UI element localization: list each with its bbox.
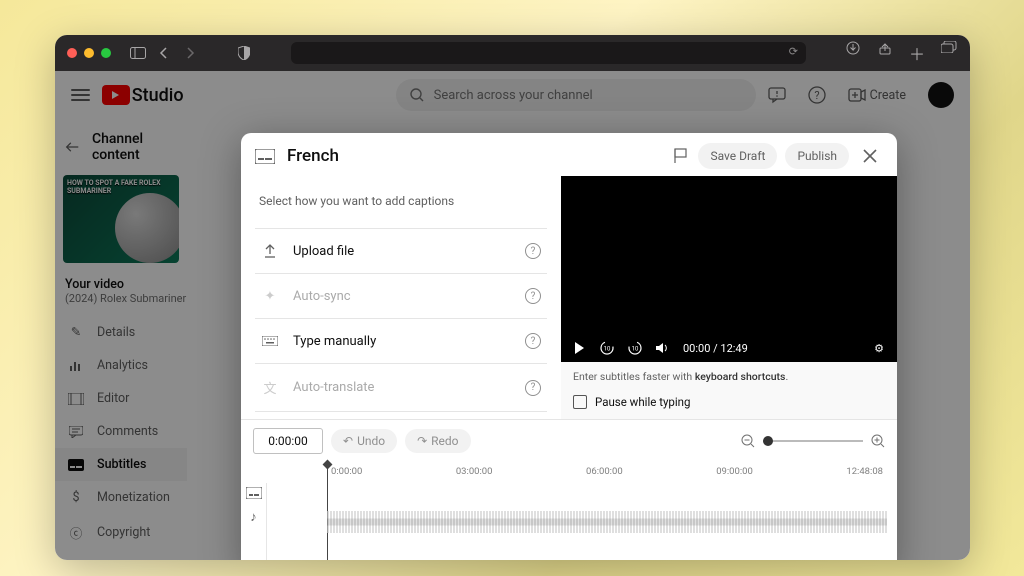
traffic-lights[interactable] — [67, 48, 111, 58]
pause-label: Pause while typing — [595, 395, 690, 409]
player-time: 00:00 / 12:49 — [683, 342, 748, 355]
chevron-right-icon[interactable] — [181, 47, 199, 59]
shortcut-hint: Enter subtitles faster with keyboard sho… — [561, 362, 897, 391]
pause-while-typing[interactable]: Pause while typing — [561, 391, 897, 419]
forward-10-icon[interactable]: 10 — [627, 340, 643, 356]
option-label: Upload file — [293, 244, 354, 259]
reload-icon[interactable]: ⟳ — [789, 45, 798, 58]
ruler-mark: 09:00:00 — [716, 466, 753, 477]
sidebar-icon[interactable] — [129, 47, 147, 59]
zoom-in-icon[interactable] — [871, 434, 885, 448]
time-ruler: 0:00:00 03:00:00 06:00:00 09:00:00 12:48… — [241, 462, 897, 483]
checkbox-icon[interactable] — [573, 395, 587, 409]
undo-button[interactable]: ↶Undo — [331, 429, 397, 453]
subtitles-modal: French Save Draft Publish Select how you… — [241, 133, 897, 560]
keyboard-icon — [261, 336, 279, 346]
redo-label: Redo — [431, 434, 458, 448]
gear-icon[interactable]: ⚙ — [871, 342, 887, 355]
player-controls: 10 10 00:00 / 12:49 ⚙ — [561, 334, 897, 362]
help-icon[interactable]: ? — [525, 288, 541, 304]
tabs-icon[interactable] — [940, 41, 958, 65]
ruler-mark: 06:00:00 — [586, 466, 623, 477]
address-bar[interactable]: ⟳ — [291, 42, 806, 64]
caption-options-panel: Select how you want to add captions Uplo… — [241, 176, 561, 419]
flag-icon[interactable] — [672, 147, 690, 165]
ruler-mark: 12:48:08 — [846, 466, 883, 477]
option-label: Auto-sync — [293, 289, 351, 304]
shortcut-link[interactable]: keyboard shortcuts — [695, 370, 786, 383]
browser-chrome: ⟳ ＋ — [55, 35, 970, 71]
option-upload-file[interactable]: Upload file ? — [255, 228, 547, 273]
option-auto-translate: 文 Auto-translate ? — [255, 363, 547, 412]
publish-button[interactable]: Publish — [785, 143, 849, 169]
time-cursor-input[interactable]: 0:00:00 — [253, 428, 323, 454]
audio-waveform — [327, 511, 887, 533]
browser-window: ⟳ ＋ Studio Search across your cha — [55, 35, 970, 560]
close-icon[interactable] — [857, 143, 883, 169]
subtitles-icon — [255, 149, 275, 164]
svg-text:10: 10 — [632, 346, 639, 353]
sync-icon: ✦ — [261, 289, 279, 304]
modal-header: French Save Draft Publish — [241, 133, 897, 176]
rewind-10-icon[interactable]: 10 — [599, 340, 615, 356]
zoom-slider[interactable] — [763, 440, 863, 442]
zoom-out-icon[interactable] — [741, 434, 755, 448]
save-draft-button[interactable]: Save Draft — [698, 143, 777, 169]
help-icon[interactable]: ? — [525, 333, 541, 349]
option-type-manually[interactable]: Type manually ? — [255, 318, 547, 363]
translate-icon: 文 — [261, 378, 279, 397]
modal-title: French — [287, 146, 339, 166]
help-icon[interactable]: ? — [525, 380, 541, 396]
ruler-mark: 0:00:00 — [331, 466, 362, 477]
video-player[interactable]: 10 10 00:00 / 12:49 ⚙ — [561, 176, 897, 362]
svg-text:10: 10 — [604, 346, 611, 353]
ruler-mark: 03:00:00 — [456, 466, 493, 477]
share-icon[interactable] — [876, 41, 894, 65]
volume-icon[interactable] — [655, 342, 671, 354]
option-auto-sync: ✦ Auto-sync ? — [255, 273, 547, 318]
chevron-left-icon[interactable] — [155, 47, 173, 59]
help-icon[interactable]: ? — [525, 243, 541, 259]
upload-icon — [261, 244, 279, 258]
timeline-panel: 0:00:00 ↶Undo ↷Redo 0:00:00 03:00:00 06:… — [241, 419, 897, 560]
download-icon[interactable] — [844, 41, 862, 65]
plus-icon[interactable]: ＋ — [908, 41, 926, 65]
option-label: Type manually — [293, 334, 376, 349]
redo-button[interactable]: ↷Redo — [405, 429, 470, 453]
undo-label: Undo — [357, 434, 385, 448]
shield-icon[interactable] — [235, 46, 253, 60]
option-label: Auto-translate — [293, 380, 374, 395]
panel-intro: Select how you want to add captions — [255, 182, 547, 228]
play-icon[interactable] — [571, 342, 587, 354]
caption-track-icon[interactable] — [246, 487, 262, 499]
timeline-tracks[interactable] — [267, 483, 897, 560]
audio-track-icon[interactable]: ♪ — [250, 509, 257, 525]
